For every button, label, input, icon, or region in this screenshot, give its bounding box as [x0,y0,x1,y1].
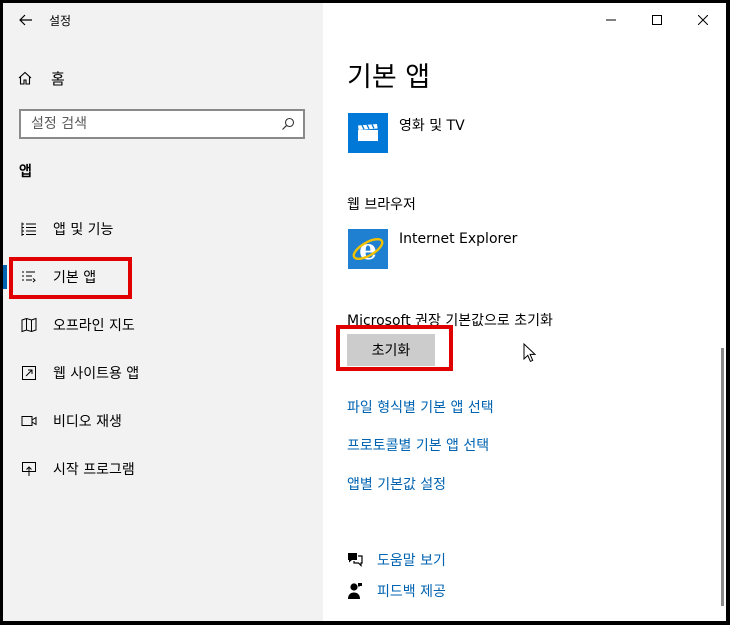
sidebar-item-label: 앱 및 기능 [53,222,114,238]
choose-by-file-type-link[interactable]: 파일 형식별 기본 앱 선택 [347,397,494,417]
video-app-name: 영화 및 TV [399,118,465,134]
sidebar-item-default-apps[interactable]: 기본 앱 [3,253,323,301]
reset-button[interactable]: 초기화 [347,334,435,366]
minimize-icon [606,19,616,21]
maximize-button[interactable] [634,3,680,37]
web-browser-selector[interactable]: e Internet Explorer [348,229,517,269]
mouse-cursor-icon [523,343,537,363]
sidebar-item-label: 시작 프로그램 [53,462,135,478]
search-icon[interactable] [281,117,295,131]
sidebar-item-video-playback[interactable]: 비디오 재생 [3,397,323,445]
svg-text:e: e [359,233,377,266]
search-input[interactable] [31,116,281,132]
maximize-icon [652,15,662,25]
movies-tv-icon [348,113,388,153]
sidebar-item-offline-maps[interactable]: 오프라인 지도 [3,301,323,349]
sidebar-item-apps-for-websites[interactable]: 웹 사이트용 앱 [3,349,323,397]
help-label: 도움말 보기 [377,553,446,569]
default-apps-icon [19,267,39,287]
sidebar-nav: 앱 및 기능 기본 앱 오프라인 지도 웹 사이트용 앱 비디오 재생 시작 프… [3,205,323,493]
choose-by-protocol-link[interactable]: 프로토콜별 기본 앱 선택 [347,435,489,455]
set-defaults-by-app-link[interactable]: 앱별 기본값 설정 [347,474,446,494]
section-label-apps: 앱 [19,164,32,180]
sidebar-item-startup[interactable]: 시작 프로그램 [3,445,323,493]
back-button[interactable] [3,3,49,37]
map-icon [19,315,39,335]
close-icon [698,15,708,25]
search-box[interactable] [19,109,305,139]
sidebar: 설정 홈 앱 앱 및 기능 기본 앱 [3,3,323,621]
page-title: 기본 앱 [347,62,431,93]
titlebar: 설정 [3,3,71,37]
feedback-label: 피드백 제공 [377,584,446,600]
feedback-icon [345,582,365,600]
sidebar-item-label: 기본 앱 [53,270,97,286]
browser-app-name: Internet Explorer [399,231,518,247]
help-chat-icon [345,552,365,568]
window-controls [588,3,726,37]
open-external-icon [19,363,39,383]
settings-window: 설정 홈 앱 앱 및 기능 기본 앱 [3,3,726,621]
main-content: 기본 앱 영화 및 TV 웹 브라우저 e Internet Explorer … [323,3,726,621]
video-player-selector[interactable]: 영화 및 TV [348,113,465,153]
video-icon [19,411,39,431]
close-button[interactable] [680,3,726,37]
internet-explorer-icon: e [348,229,388,269]
sidebar-item-label: 비디오 재생 [53,414,122,430]
reset-heading: Microsoft 권장 기본값으로 초기화 [347,313,553,329]
get-help-link[interactable]: 도움말 보기 [345,550,446,570]
startup-icon [19,459,39,479]
app-title: 설정 [49,13,72,28]
scrollbar[interactable] [721,348,724,606]
give-feedback-link[interactable]: 피드백 제공 [345,581,446,601]
back-arrow-icon [19,14,32,26]
home-label: 홈 [51,69,65,88]
minimize-button[interactable] [588,3,634,37]
home-link[interactable]: 홈 [17,65,65,91]
sidebar-item-apps-features[interactable]: 앱 및 기능 [3,205,323,253]
home-icon [17,70,37,86]
list-icon [19,219,39,239]
sidebar-item-label: 오프라인 지도 [53,318,135,334]
browser-heading: 웹 브라우저 [347,197,416,213]
sidebar-item-label: 웹 사이트용 앱 [53,366,140,382]
